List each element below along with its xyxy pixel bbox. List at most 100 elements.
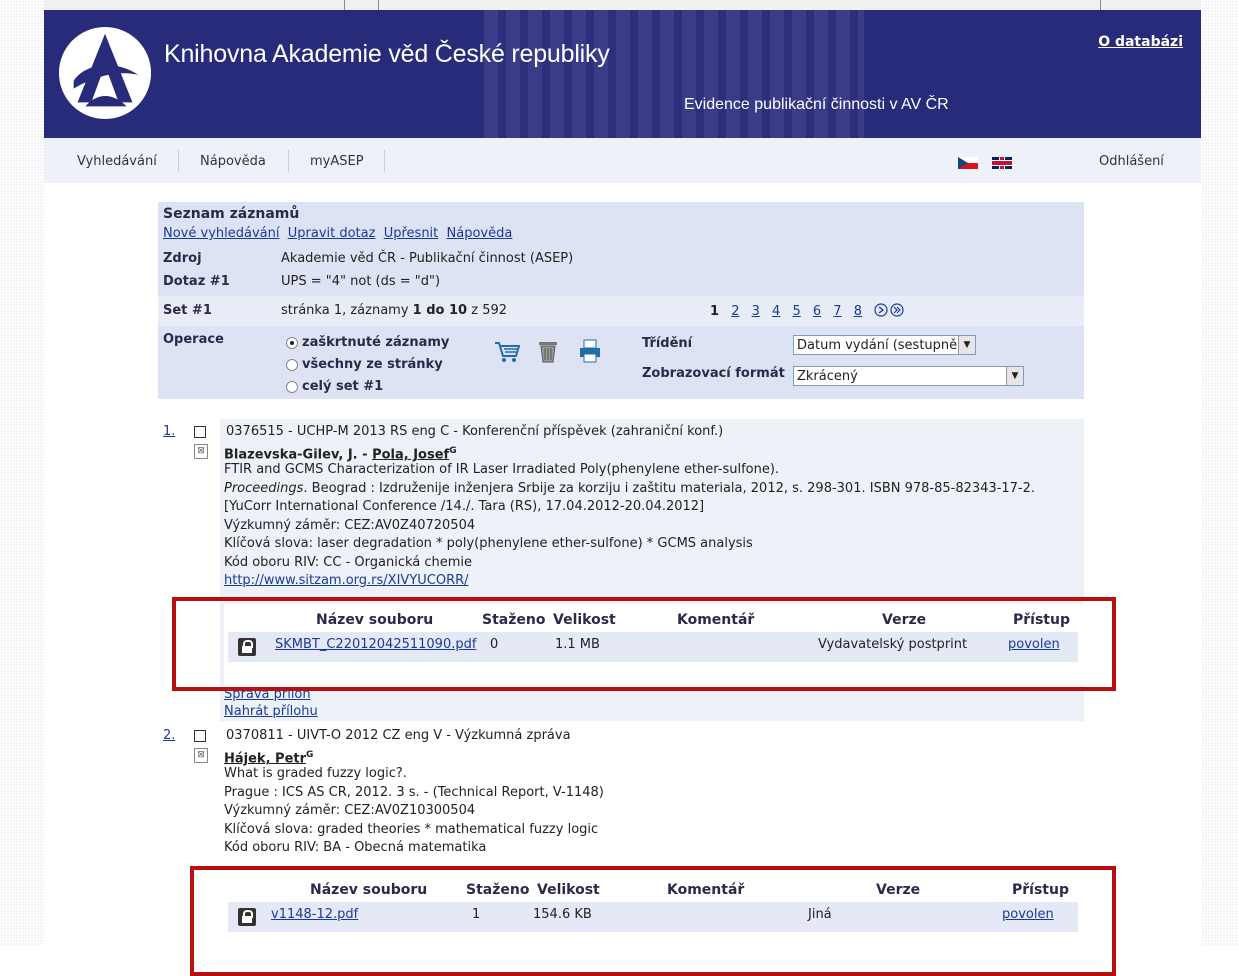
record-title: What is graded fuzzy logic?. [224,766,407,781]
divider [344,0,345,10]
record-keywords: Klíčová slova: graded theories * mathema… [224,821,599,837]
author: Blazevska-Gilev, J. [224,447,358,463]
author-separator: - [357,447,373,463]
record-number[interactable]: 2. [163,728,175,743]
page-link[interactable]: 6 [813,304,821,319]
main-navbar: Vyhledávání Nápověda myASEP Odhlášení [44,138,1201,183]
source-value: Akademie věd ČR - Publikační činnost (AS… [281,251,574,266]
record-source: Prague : ICS AS CR, 2012. 3 s. - (Techni… [224,784,604,800]
trash-icon[interactable] [537,338,559,364]
print-icon[interactable] [578,338,602,364]
edit-query-link[interactable]: Upravit dotaz [288,226,376,241]
record-2: 2. 0370811 - UIVT-O 2012 CZ eng V - Výzk… [163,727,1083,858]
radio-label: všechny ze stránky [302,357,443,372]
bookmark-icon[interactable]: ⊠ [194,748,208,763]
set-label: Set #1 [163,303,212,318]
format-select-value: Zkrácený [797,369,858,384]
nav-myasep[interactable]: myASEP [310,154,364,169]
record-riv: Kód oboru RIV: CC - Organická chemie [224,554,473,570]
page-link[interactable]: 7 [833,304,841,319]
nav-divider [178,150,179,172]
divider [1100,0,1101,10]
background-pattern-left [0,0,44,945]
pagination: 1 2 3 4 5 6 7 8 [710,303,906,319]
record-number[interactable]: 1. [163,424,175,439]
highlight-box [190,866,1116,976]
record-keywords: Klíčová slova: laser degradation * poly(… [224,536,753,551]
header-building-image [484,10,864,138]
record-research-aim: Výzkumný záměr: CEZ:AV0Z40720504 [224,517,476,533]
record-research-aim: Výzkumný záměr: CEZ:AV0Z10300504 [224,803,476,818]
page-link[interactable]: 8 [854,304,862,319]
sort-select[interactable]: Datum vydání (sestupně ▼ [793,335,976,355]
background-pattern-right [1201,0,1239,945]
record-checkbox[interactable] [194,426,206,438]
sort-select-value: Datum vydání (sestupně [797,338,958,353]
author-link[interactable]: Pola, Josef [372,447,449,462]
nav-search[interactable]: Vyhledávání [77,154,157,169]
page-current: 1 [710,304,720,319]
refine-link[interactable]: Upřesnit [384,226,439,241]
author-link[interactable]: Hájek, Petr [224,751,306,766]
record-riv: Kód oboru RIV: BA - Obecná matematika [224,840,487,855]
panel-links: Nové vyhledávání Upravit dotaz Upřesnit … [163,226,512,241]
attachment-actions: Správa příloh Nahrát přílohu [224,686,318,720]
bookmark-icon[interactable]: ⊠ [194,444,208,459]
record-1: 1. 0376515 - UCHP-M 2013 RS eng C - Konf… [163,423,1083,591]
format-select[interactable]: Zkrácený ▼ [793,366,1024,386]
radio-label: celý set #1 [302,379,384,394]
source-rest: . Beograd : Izdruženije inženjera Srbije… [303,480,1036,496]
query-label: Dotaz #1 [163,274,230,289]
logout-link[interactable]: Odhlášení [1099,154,1164,169]
record-authors: Blazevska-Gilev, J. - Pola, JosefG [224,442,457,465]
divider [378,0,379,10]
operations-label: Operace [163,332,224,347]
upload-attachment-link[interactable]: Nahrát přílohu [224,703,318,720]
query-value: UPS = "4" not (ds = "d") [281,274,441,289]
page-link[interactable]: 5 [792,304,800,319]
next-page-icon[interactable] [874,303,906,317]
page-link[interactable]: 4 [772,304,780,319]
nav-divider [384,150,385,172]
academy-logo-icon[interactable] [56,24,154,122]
radio-whole-set[interactable] [286,380,298,393]
help-link[interactable]: Nápověda [447,226,513,241]
chevron-down-icon: ▼ [958,336,975,354]
sort-label: Třídění [642,336,693,351]
results-panel: Seznam záznamů Nové vyhledávání Upravit … [158,202,1084,399]
record-checkbox[interactable] [194,730,206,742]
page-link[interactable]: 3 [752,304,760,319]
panel-title: Seznam záznamů [163,206,300,222]
format-label: Zobrazovací formát [642,366,785,381]
set-prefix: stránka 1, záznamy [281,303,409,318]
set-info: stránka 1, záznamy 1 do 10 z 592 [281,303,507,318]
nav-divider [288,150,289,172]
about-database-link[interactable]: O databázi [1098,34,1183,50]
source-italic: Proceedings [224,480,304,496]
site-header: Knihovna Akademie věd České republiky Ev… [44,10,1201,138]
author-sup: G [449,446,457,456]
source-label: Zdroj [163,251,202,266]
operations-radios: zaškrtnuté záznamy všechny ze stránky ce… [286,332,449,398]
record-conference: [YuCorr International Conference /14./. … [224,499,705,514]
record-source: Proceedings. Beograd : Izdruženije inžen… [224,480,1083,499]
nav-help[interactable]: Nápověda [200,154,266,169]
record-authors: Hájek, PetrG [224,746,313,769]
record-header: 0370811 - UIVT-O 2012 CZ eng V - Výzkumn… [226,728,571,743]
highlight-box [172,597,1116,691]
header-subtitle: Evidence publikační činnosti v AV ČR [684,96,949,113]
cart-icon[interactable] [494,340,520,364]
gb-flag-icon[interactable] [992,157,1012,169]
page-link[interactable]: 2 [731,304,739,319]
set-range: 1 do 10 [412,303,468,318]
cz-flag-icon[interactable] [958,157,978,169]
record-url[interactable]: http://www.sitzam.org.rs/XIVYUCORR/ [224,573,469,588]
radio-checked-records[interactable] [286,336,298,349]
library-title: Knihovna Akademie věd České republiky [164,40,610,68]
author-sup: G [306,750,314,760]
radio-page-records[interactable] [286,358,298,371]
chevron-down-icon: ▼ [1006,367,1023,385]
new-search-link[interactable]: Nové vyhledávání [163,226,279,241]
radio-label: zaškrtnuté záznamy [302,335,450,350]
set-suffix: z 592 [471,303,508,318]
